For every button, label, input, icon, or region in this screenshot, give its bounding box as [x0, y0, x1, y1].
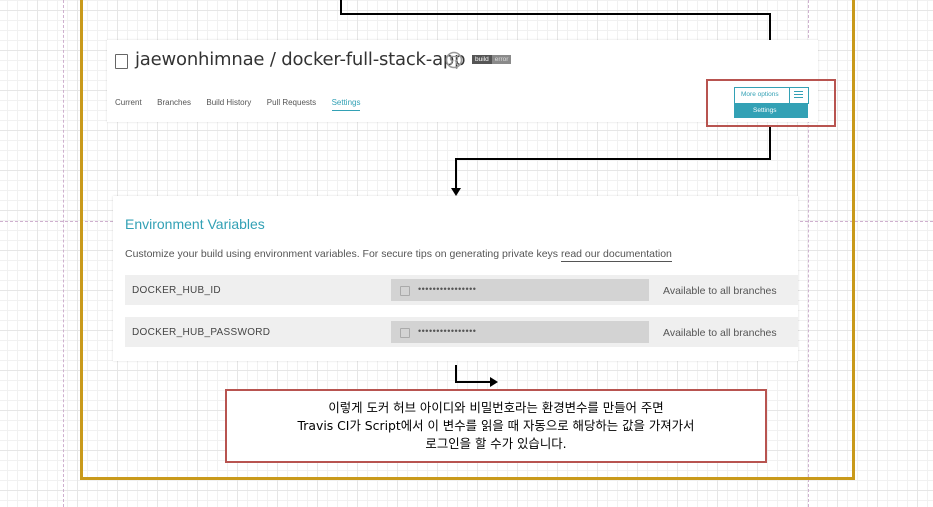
env-var-branches: Available to all branches [663, 285, 777, 297]
description-text: Customize your build using environment v… [125, 248, 559, 260]
env-var-name: DOCKER_HUB_PASSWORD [132, 327, 271, 338]
arrow-head [451, 188, 461, 196]
tab-pull-requests[interactable]: Pull Requests [267, 98, 316, 107]
arrow-head [490, 377, 498, 387]
env-var-row: DOCKER_HUB_ID •••••••••••••••• Available… [125, 275, 798, 305]
connector [455, 381, 490, 383]
note-line: 이렇게 도커 허브 아이디와 비밀번호라는 환경변수를 만들어 주면 [328, 400, 664, 415]
more-options-label: More options [741, 91, 779, 98]
badge-status: error [491, 55, 512, 64]
explanation-note: 이렇게 도커 허브 아이디와 비밀번호라는 환경변수를 만들어 주면 Travi… [225, 389, 767, 463]
github-icon[interactable] [445, 51, 463, 69]
tab-current[interactable]: Current [115, 98, 142, 107]
build-status-badge[interactable]: build error [472, 55, 512, 64]
lock-icon [400, 286, 410, 296]
more-options-button[interactable]: More options [734, 87, 809, 104]
repo-title[interactable]: jaewonhimnae / docker-full-stack-app [135, 49, 466, 70]
masked-value: •••••••••••••••• [418, 284, 477, 294]
connector [769, 125, 771, 160]
lock-icon [400, 328, 410, 338]
note-line: Travis CI가 Script에서 이 변수를 읽을 때 자동으로 해당하는… [297, 418, 695, 433]
tab-settings[interactable]: Settings [331, 98, 361, 111]
env-var-row: DOCKER_HUB_PASSWORD •••••••••••••••• Ava… [125, 317, 798, 347]
env-vars-description: Customize your build using environment v… [125, 248, 672, 262]
repo-tabs: Current Branches Build History Pull Requ… [115, 92, 371, 111]
badge-label: build [472, 55, 492, 64]
hamburger-icon [794, 91, 803, 92]
env-var-value-field[interactable]: •••••••••••••••• [391, 321, 649, 343]
connector [340, 0, 342, 14]
connector [340, 13, 771, 15]
env-vars-heading: Environment Variables [125, 216, 265, 232]
tab-branches[interactable]: Branches [157, 98, 191, 107]
repo-icon [115, 54, 128, 69]
connector [455, 158, 457, 188]
env-var-name: DOCKER_HUB_ID [132, 285, 221, 296]
divider [789, 88, 790, 103]
guide-line [63, 0, 64, 507]
tab-build-history[interactable]: Build History [206, 98, 251, 107]
settings-menu-label: Settings [753, 107, 777, 114]
documentation-link[interactable]: read our documentation [560, 248, 672, 262]
connector [455, 158, 771, 160]
masked-value: •••••••••••••••• [418, 326, 477, 336]
env-var-value-field[interactable]: •••••••••••••••• [391, 279, 649, 301]
env-var-branches: Available to all branches [663, 327, 777, 339]
settings-menu-item[interactable]: Settings [734, 103, 808, 118]
note-line: 로그인을 할 수가 있습니다. [425, 436, 567, 451]
